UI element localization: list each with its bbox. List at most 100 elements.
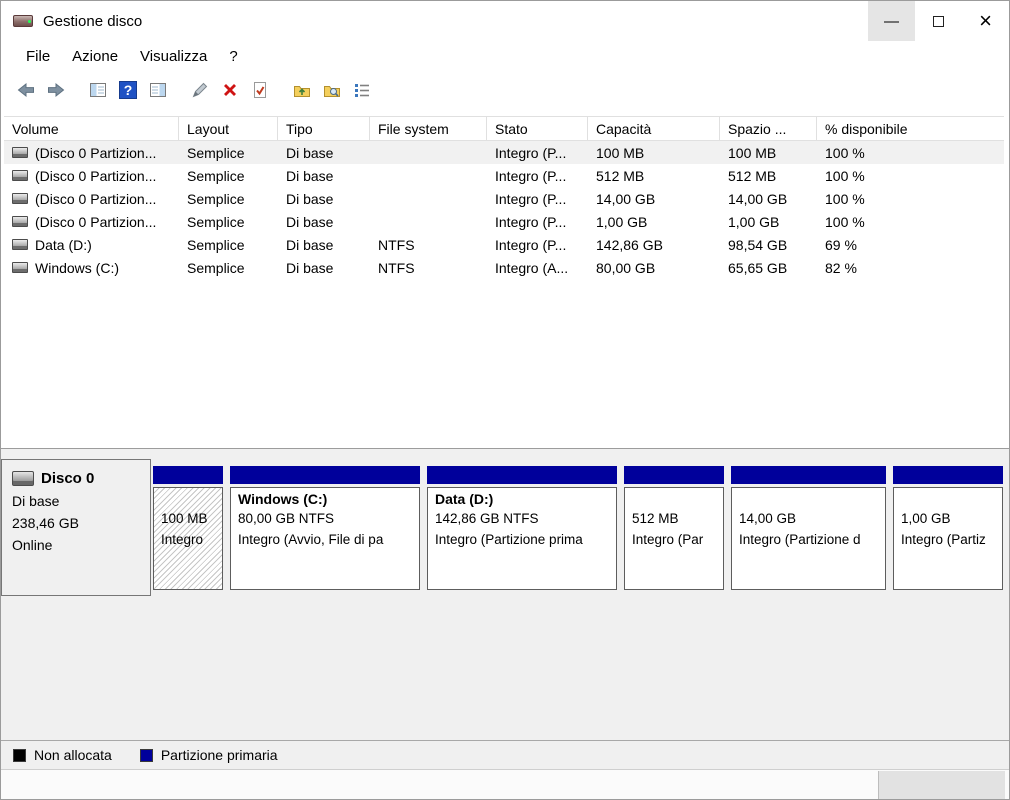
cell-volume: Windows (C:) [4, 260, 179, 276]
menu-item-azione[interactable]: Azione [61, 44, 129, 69]
partition-body: Data (D:) 142,86 GB NTFS Integro (Partiz… [427, 487, 617, 590]
partition-data-d[interactable]: Data (D:) 142,86 GB NTFS Integro (Partiz… [427, 466, 617, 596]
cell-disponibile: 100 % [825, 144, 865, 161]
partition-body: 1,00 GB Integro (Partiz [893, 487, 1003, 590]
disk-size: 238,46 GB [12, 515, 79, 531]
volume-row[interactable]: Data (D:) Semplice Di base NTFS Integro … [4, 233, 1004, 256]
toolbar-pen-button[interactable] [185, 76, 215, 104]
partition-status: Integro (Partiz [901, 532, 986, 547]
partition-status: Integro [161, 532, 204, 547]
volume-row[interactable]: (Disco 0 Partizion... Semplice Di base I… [4, 187, 1004, 210]
partition-body: 512 MB Integro (Par [624, 487, 724, 590]
partition-status: Integro (Partizione d [739, 532, 861, 547]
volume-row[interactable]: (Disco 0 Partizion... Semplice Di base I… [4, 210, 1004, 233]
volume-row[interactable]: Windows (C:) Semplice Di base NTFS Integ… [4, 256, 1004, 279]
cell-spazio: 98,54 GB [728, 236, 788, 253]
disk-led-icon [28, 20, 31, 23]
partition-512mb[interactable]: 512 MB Integro (Par [624, 466, 724, 596]
toolbar-forward-button[interactable] [41, 76, 71, 104]
close-button[interactable]: × [962, 1, 1009, 41]
pen-icon [192, 82, 208, 98]
cell-tipo: Di base [286, 167, 334, 184]
cell-layout: Semplice [187, 213, 245, 230]
back-arrow-icon [17, 82, 34, 98]
partition-status: Integro (Partizione prima [435, 532, 583, 547]
cell-stato: Integro (P... [495, 213, 567, 230]
toolbar-action-pane-button[interactable] [143, 76, 173, 104]
partition-name [901, 491, 995, 511]
cell-disponibile: 100 % [825, 213, 865, 230]
cell-tipo: Di base [286, 144, 334, 161]
partition-color-band [731, 466, 886, 484]
partition-color-band [153, 466, 223, 484]
unallocated-swatch-icon [13, 748, 26, 762]
volume-disk-icon [12, 147, 28, 158]
minimize-icon: — [884, 12, 899, 30]
volume-disk-icon [12, 193, 28, 204]
toolbar-back-button[interactable] [11, 76, 41, 104]
folder-up-icon [294, 86, 310, 97]
minimize-button[interactable]: — [868, 1, 915, 41]
cell-stato: Integro (P... [495, 236, 567, 253]
menu-item-visualizza[interactable]: Visualizza [129, 44, 218, 69]
toolbar-help-button[interactable]: ? [113, 76, 143, 104]
menu-item-file[interactable]: File [15, 44, 61, 69]
partition-body: 14,00 GB Integro (Partizione d [731, 487, 886, 590]
list-view-icon [355, 84, 369, 97]
delete-x-icon [224, 84, 236, 96]
volume-list: Volume Layout Tipo File system Stato Cap… [4, 116, 1004, 279]
column-header-spazio[interactable]: Spazio ... [720, 117, 817, 140]
toolbar-search-folder-button[interactable] [317, 76, 347, 104]
column-header-file-system[interactable]: File system [370, 117, 487, 140]
column-header-stato[interactable]: Stato [487, 117, 588, 140]
toolbar-delete-button[interactable] [215, 76, 245, 104]
legend-label: Partizione primaria [160, 747, 278, 763]
volume-disk-icon [12, 239, 28, 250]
partition-color-band [624, 466, 724, 484]
cell-file-system: NTFS [378, 236, 415, 253]
partition-windows-c[interactable]: Windows (C:) 80,00 GB NTFS Integro (Avvi… [230, 466, 420, 596]
cell-volume: (Disco 0 Partizion... [4, 168, 179, 184]
disk-name: Disco 0 [41, 470, 95, 487]
svg-text:?: ? [124, 82, 133, 98]
toolbar-console-tree-button[interactable] [83, 76, 113, 104]
menubar: File Azione Visualizza ? [1, 41, 1009, 71]
status-strip [1, 769, 1009, 799]
volume-disk-icon [12, 262, 28, 273]
partition-size: 1,00 GB [901, 511, 951, 526]
partition-name: Windows (C:) [238, 491, 328, 507]
maximize-button[interactable] [915, 1, 962, 41]
partition-name [161, 491, 215, 511]
partition-size: 14,00 GB [739, 511, 797, 526]
titlebar: Gestione disco — × [1, 1, 1009, 41]
cell-layout: Semplice [187, 144, 245, 161]
volume-row[interactable]: (Disco 0 Partizion... Semplice Di base I… [4, 141, 1004, 164]
column-header-disponibile[interactable]: % disponibile [817, 117, 1004, 140]
partition-body: 100 MB Integro [153, 487, 223, 590]
partition-1gb[interactable]: 1,00 GB Integro (Partiz [893, 466, 1003, 596]
cell-stato: Integro (A... [495, 259, 569, 276]
disk-management-app-icon [13, 13, 35, 29]
disk-status: Online [12, 537, 53, 553]
toolbar-properties-button[interactable] [245, 76, 275, 104]
column-header-layout[interactable]: Layout [179, 117, 278, 140]
partition-size: 100 MB [161, 511, 208, 526]
disk-graphical-view: Disco 0 Di base 238,46 GB Online 100 MB … [1, 448, 1009, 740]
toolbar-list-view-button[interactable] [347, 76, 377, 104]
partition-efi[interactable]: 100 MB Integro [153, 466, 223, 596]
toolbar-move-up-button[interactable] [287, 76, 317, 104]
cell-volume: (Disco 0 Partizion... [4, 191, 179, 207]
cell-tipo: Di base [286, 259, 334, 276]
disk-0-panel[interactable]: Disco 0 Di base 238,46 GB Online [1, 459, 151, 596]
volume-row[interactable]: (Disco 0 Partizion... Semplice Di base I… [4, 164, 1004, 187]
menu-item-help[interactable]: ? [218, 44, 248, 69]
column-header-volume[interactable]: Volume [4, 117, 179, 140]
legend: Non allocata Partizione primaria [1, 740, 1009, 769]
document-check-icon [254, 82, 266, 98]
partition-color-band [893, 466, 1003, 484]
partition-14gb[interactable]: 14,00 GB Integro (Partizione d [731, 466, 886, 596]
column-header-capacita[interactable]: Capacità [588, 117, 720, 140]
cell-spazio: 65,65 GB [728, 259, 788, 276]
maximize-icon [933, 15, 944, 27]
column-header-tipo[interactable]: Tipo [278, 117, 370, 140]
